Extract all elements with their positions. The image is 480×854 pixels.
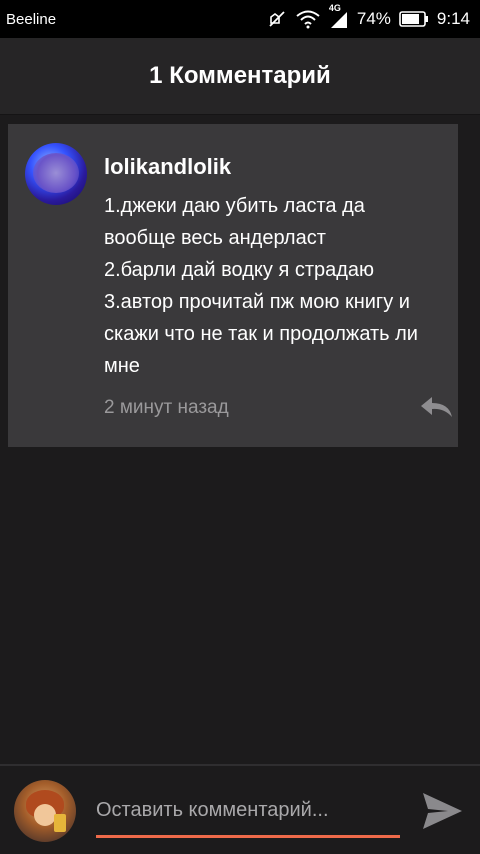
comment-line: 1.джеки даю убить ласта да [104,195,365,217]
wifi-icon [295,9,321,29]
comment-timestamp: 2 минут назад [104,397,229,418]
network-type: 4G [328,3,341,13]
avatar[interactable] [25,143,87,205]
mute-icon [267,9,287,29]
avatar-cup [54,814,66,832]
battery-percent: 74% [356,9,391,28]
clock: 9:14 [436,9,470,28]
current-user-avatar[interactable] [14,780,76,842]
carrier-name: Beeline [6,10,57,28]
page-title: 1 Комментарий [149,62,331,89]
reply-icon [421,397,452,417]
status-icons: 4G 74% 9:14 [259,3,470,29]
comment-line: вообще весь андерласт [104,227,326,249]
comment-line: скажи что не так и продолжать ли [104,323,418,345]
comment-card: lolikandlolik 1.джеки даю убить ласта да… [8,124,458,447]
comment-text: 1.джеки даю убить ласта да вообще весь а… [104,190,454,382]
comment-input[interactable] [96,786,400,838]
signal-icon: 4G [329,3,349,29]
comment-line: мне [104,355,140,377]
comment-line: 2.барли дай водку я страдаю [104,259,375,281]
reply-button[interactable] [418,394,454,420]
avatar-image [33,153,79,193]
send-button[interactable] [420,790,464,832]
compose-bar [0,764,480,854]
send-icon [423,793,462,829]
status-bar: Beeline 4G 74% 9:14 [0,0,480,38]
comments-header: 1 Комментарий [0,38,480,115]
avatar-face [34,804,56,826]
battery-icon [399,11,429,27]
comment-username[interactable]: lolikandlolik [104,154,231,180]
comment-line: 3.автор прочитай пж мою книгу и [104,291,410,313]
